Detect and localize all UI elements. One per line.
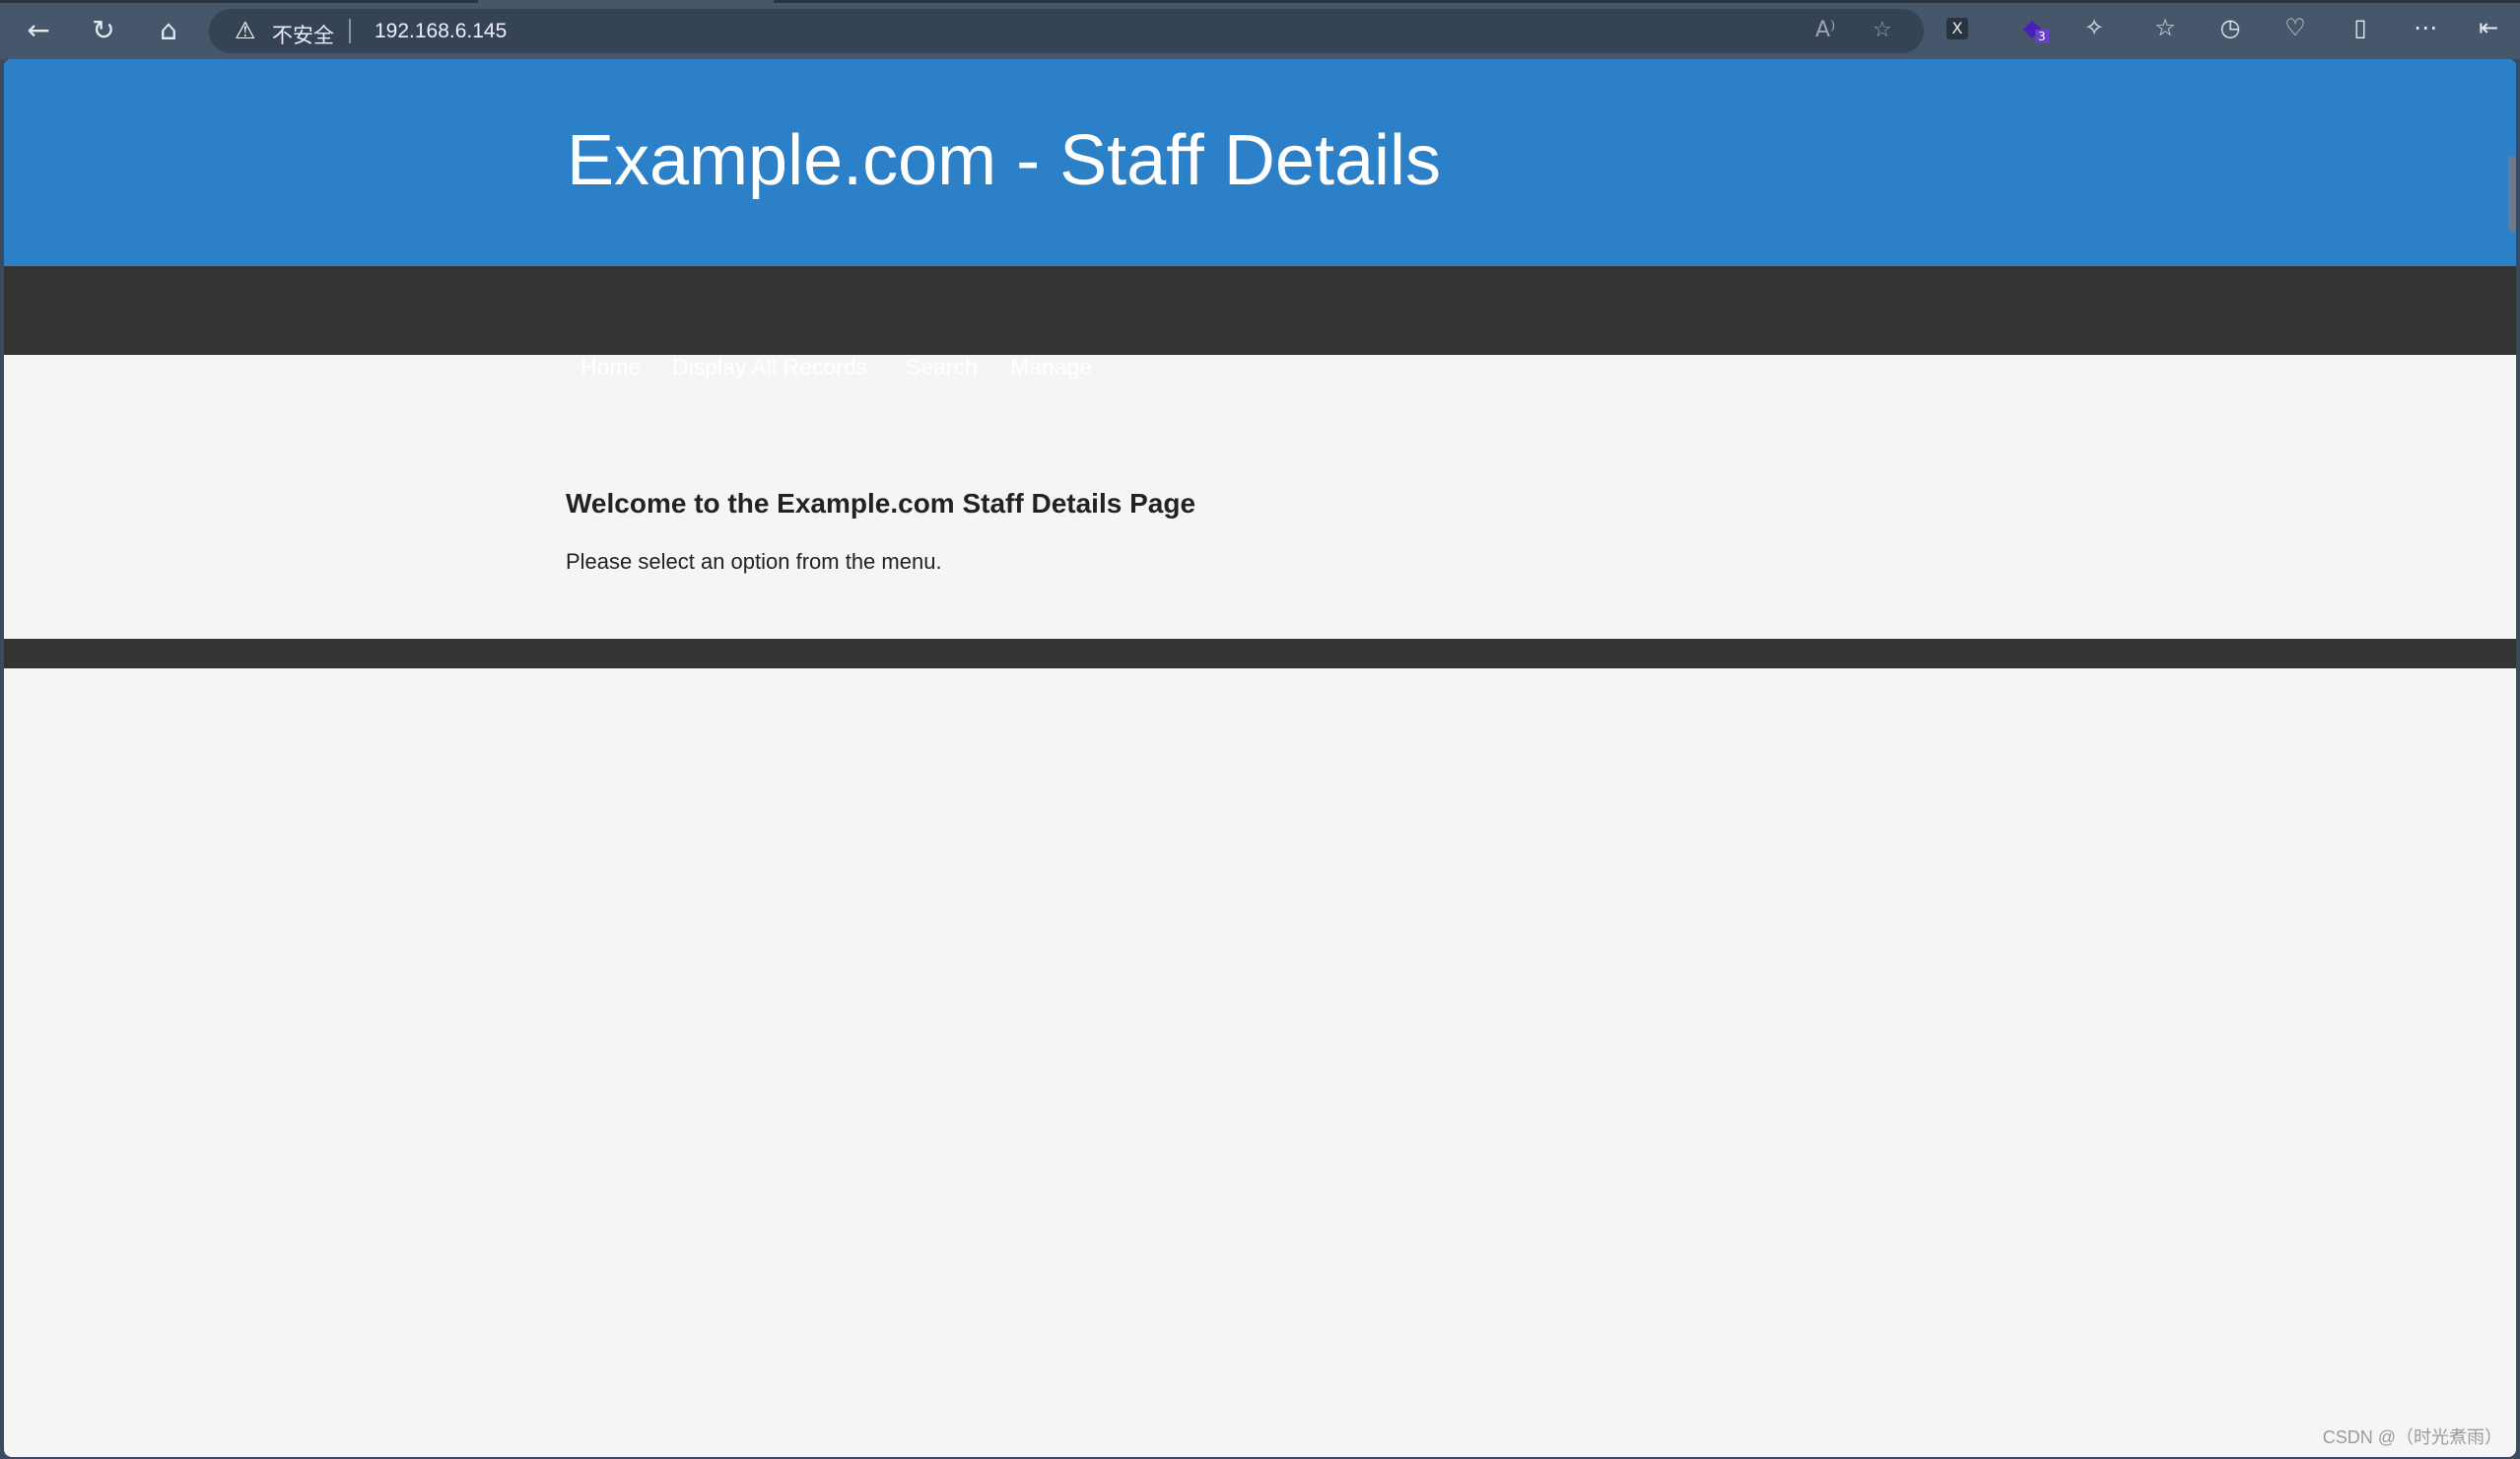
welcome-heading: Welcome to the Example.com Staff Details…: [566, 488, 1196, 519]
extensions-puzzle-icon[interactable]: ✧: [2077, 14, 2111, 41]
tab-strip: [0, 0, 2520, 3]
read-aloud-icon[interactable]: A⁾: [1815, 18, 1835, 42]
divider: [349, 19, 351, 43]
url-text[interactable]: 192.168.6.145: [375, 20, 507, 43]
browser-toolbar: ← ↻ ⌂ ⚠ 不安全 192.168.6.145 A⁾ ☆ X ◆ 3 ✧ ☆ …: [0, 0, 2520, 59]
site-title: Example.com - Staff Details: [567, 121, 1441, 200]
back-icon[interactable]: ←: [22, 14, 55, 47]
refresh-icon[interactable]: ↻: [87, 14, 120, 47]
more-menu-icon[interactable]: ⋯: [2409, 14, 2442, 41]
site-header: Example.com - Staff Details: [4, 59, 2516, 266]
sidebar-toggle-icon[interactable]: ⇤: [2472, 14, 2505, 41]
security-label[interactable]: 不安全: [272, 20, 334, 49]
extension-badge: 3: [2035, 30, 2049, 43]
nav-home[interactable]: Home: [580, 354, 641, 381]
favorite-star-icon[interactable]: ☆: [1873, 18, 1892, 42]
nav-display-all-records[interactable]: Display All Records: [672, 354, 867, 381]
nav-manage[interactable]: Manage: [1010, 354, 1092, 381]
address-bar[interactable]: ⚠ 不安全 192.168.6.145 A⁾ ☆: [209, 9, 1924, 53]
web-page: Example.com - Staff Details Home Display…: [4, 59, 2516, 1457]
warning-icon: ⚠: [235, 17, 256, 44]
history-icon[interactable]: ◷: [2214, 14, 2247, 41]
main-nav: Home Display All Records Search Manage: [4, 266, 2516, 380]
active-tab[interactable]: [478, 0, 774, 3]
scrollbar[interactable]: [2508, 156, 2516, 233]
welcome-text: Please select an option from the menu.: [566, 549, 942, 574]
home-icon[interactable]: ⌂: [152, 14, 185, 47]
nav-search[interactable]: Search: [906, 354, 978, 381]
favorites-icon[interactable]: ☆: [2148, 14, 2182, 41]
extension-x-icon[interactable]: X: [1946, 18, 1968, 39]
browser-essentials-icon[interactable]: ♡: [2279, 14, 2312, 41]
extension-cube-icon[interactable]: ◆ 3: [2015, 14, 2049, 43]
watermark: CSDN @（时光煮雨）: [2322, 1427, 2502, 1447]
site-footer: [4, 639, 2516, 668]
education-icon[interactable]: ▯: [2344, 14, 2377, 41]
